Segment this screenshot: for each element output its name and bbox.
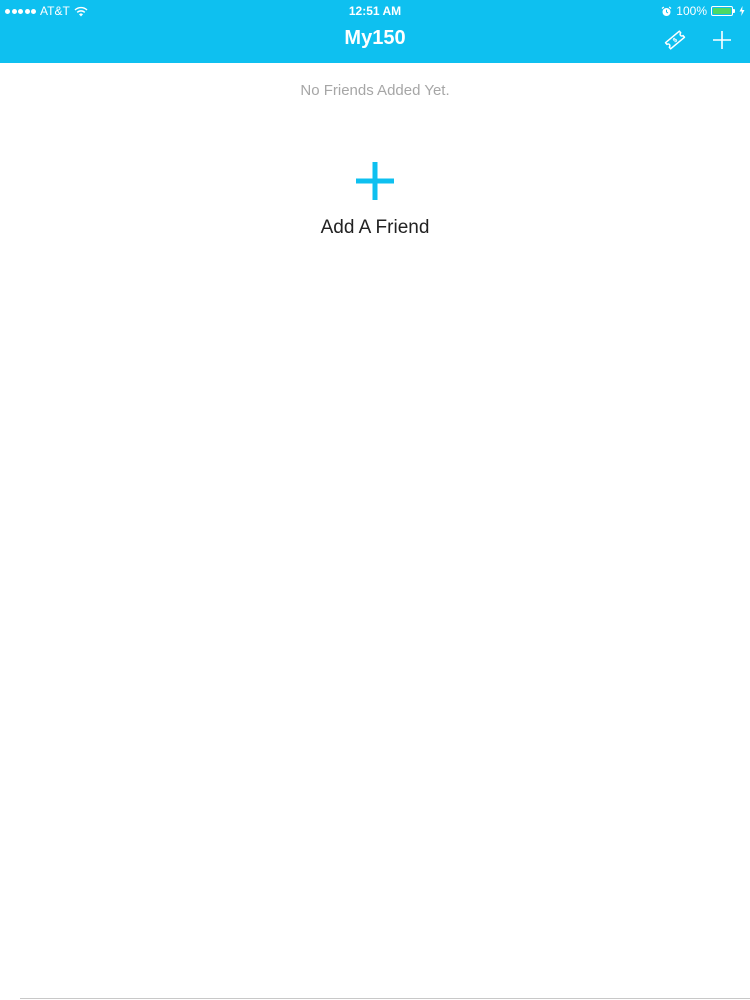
plus-icon xyxy=(713,31,731,49)
ticket-button[interactable]: $ xyxy=(663,28,687,52)
bottom-divider xyxy=(20,998,750,999)
add-button[interactable] xyxy=(710,28,734,52)
status-time: 12:51 AM xyxy=(348,4,402,18)
empty-state-message: No Friends Added Yet. xyxy=(300,82,450,99)
battery-percent: 100% xyxy=(676,4,707,18)
alarm-icon xyxy=(661,6,672,16)
charging-bolt-icon xyxy=(739,6,745,16)
status-bar: AT&T 12:51 AM 100% xyxy=(0,0,750,22)
add-friend-label: Add A Friend xyxy=(320,217,430,238)
ticket-icon: $ xyxy=(664,30,686,50)
battery-icon xyxy=(711,6,735,16)
add-friend-button[interactable]: Add A Friend xyxy=(295,158,455,248)
page-title: My150 xyxy=(344,27,406,49)
status-right: 100% xyxy=(661,4,745,18)
big-plus-icon xyxy=(356,162,394,200)
top-bar: AT&T 12:51 AM 100% My150 $ xyxy=(0,0,750,63)
